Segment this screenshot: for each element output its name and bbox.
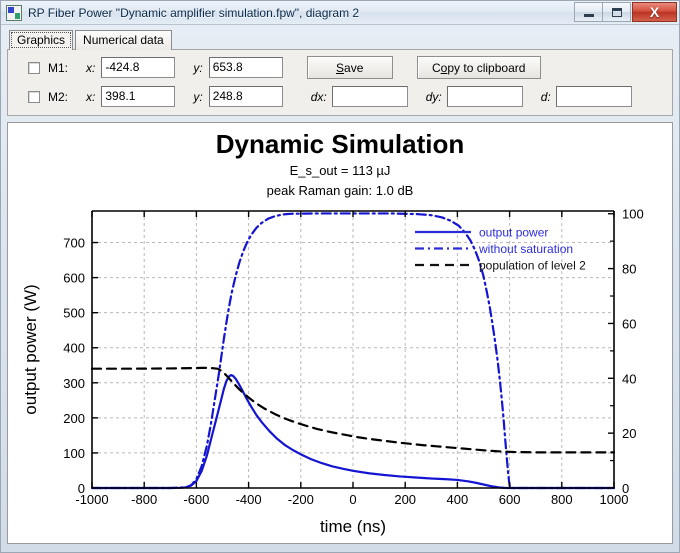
m2-checkbox[interactable]	[28, 90, 40, 103]
svg-text:100: 100	[63, 446, 85, 461]
m2-x-input[interactable]: 398.1	[101, 86, 176, 107]
m1-x-label: x:	[86, 60, 96, 75]
svg-text:-400: -400	[236, 492, 262, 507]
m2-y-label: y:	[193, 89, 203, 104]
m1-y-label: y:	[193, 60, 203, 75]
svg-text:-200: -200	[288, 492, 314, 507]
svg-text:400: 400	[447, 492, 469, 507]
svg-text:400: 400	[63, 341, 85, 356]
svg-text:60: 60	[622, 316, 636, 331]
svg-text:800: 800	[551, 492, 573, 507]
x-axis-title: time (ns)	[320, 517, 386, 536]
y-tick-right: 60	[608, 316, 636, 331]
svg-text:output power: output power	[479, 226, 548, 240]
svg-text:-800: -800	[131, 492, 157, 507]
svg-text:100: 100	[622, 207, 644, 222]
legend-item: population of level 2	[415, 259, 586, 273]
m2-x-label: x:	[86, 89, 96, 104]
save-rest: ave	[344, 60, 364, 75]
dx-label: dx:	[310, 89, 327, 104]
svg-text:40: 40	[622, 371, 636, 386]
svg-text:600: 600	[63, 271, 85, 286]
m1-label: M1:	[48, 60, 69, 75]
maximize-icon	[611, 7, 622, 17]
marker-controls-panel: M1: x: -424.8 y: 653.8 Save Copy to clip…	[7, 49, 673, 116]
close-icon: X	[649, 4, 660, 20]
svg-text:700: 700	[63, 236, 85, 251]
minimize-icon	[583, 13, 594, 17]
close-button[interactable]: X	[632, 2, 677, 22]
dx-input[interactable]	[331, 86, 408, 107]
copy-rest: py to clipboard	[447, 60, 526, 75]
marker-row-m2: M2: x: 398.1 y: 248.8 dx: dy: d:	[14, 85, 666, 108]
m1-x-input[interactable]: -424.8	[101, 57, 176, 78]
diagram-panel: Dynamic Simulation E_s_out = 113 µJ peak…	[7, 122, 673, 544]
m1-checkbox[interactable]	[28, 61, 40, 74]
svg-text:200: 200	[63, 411, 85, 426]
save-button-label: Save	[336, 61, 363, 75]
svg-text:20: 20	[622, 426, 636, 441]
svg-text:-600: -600	[183, 492, 209, 507]
app-icon	[6, 4, 22, 21]
title-bar: RP Fiber Power "Dynamic amplifier simula…	[1, 1, 679, 25]
svg-text:500: 500	[63, 306, 85, 321]
legend-item: output power	[415, 226, 548, 240]
save-button[interactable]: Save	[306, 56, 393, 79]
maximize-button[interactable]	[602, 2, 631, 22]
svg-text:0: 0	[622, 481, 629, 496]
svg-text:200: 200	[394, 492, 416, 507]
application-window: RP Fiber Power "Dynamic amplifier simula…	[0, 0, 680, 553]
tab-graphics[interactable]: Graphics	[9, 30, 74, 50]
minimize-button[interactable]	[574, 2, 603, 22]
svg-text:80: 80	[622, 262, 636, 277]
d-input[interactable]	[555, 86, 632, 107]
marker-row-m1: M1: x: -424.8 y: 653.8 Save Copy to clip…	[14, 56, 666, 79]
y-tick-right: 20	[608, 426, 636, 441]
dy-input[interactable]	[446, 86, 523, 107]
copy-button-label: Copy to clipboard	[432, 60, 526, 75]
svg-text:300: 300	[63, 376, 85, 391]
y-tick-right: 40	[608, 371, 636, 386]
save-accel: S	[336, 60, 345, 75]
svg-text:without saturation: without saturation	[478, 242, 573, 256]
window-controls: X	[574, 2, 677, 22]
dy-label: dy:	[425, 89, 442, 104]
svg-text:population of level 2: population of level 2	[479, 259, 586, 273]
m1-y-input[interactable]: 653.8	[208, 57, 283, 78]
svg-text:0: 0	[78, 481, 85, 496]
m2-y-input[interactable]: 248.8	[208, 86, 283, 107]
y-tick-right: 80	[608, 262, 636, 277]
m2-label: M2:	[48, 89, 69, 104]
tab-numerical-data[interactable]: Numerical data	[75, 30, 172, 50]
copy-to-clipboard-button[interactable]: Copy to clipboard	[416, 56, 541, 79]
legend-item: without saturation	[415, 242, 573, 256]
chart-canvas[interactable]: -1000 -800 -600 -400 -200 0 200 400 600 800 100001…	[8, 123, 673, 543]
window-title: RP Fiber Power "Dynamic amplifier simula…	[28, 5, 360, 20]
svg-text:0: 0	[349, 492, 356, 507]
y-axis-title: output power (W)	[21, 284, 40, 414]
tab-strip: Graphics Numerical data	[1, 25, 679, 50]
svg-text:600: 600	[499, 492, 521, 507]
d-label: d:	[540, 89, 551, 104]
